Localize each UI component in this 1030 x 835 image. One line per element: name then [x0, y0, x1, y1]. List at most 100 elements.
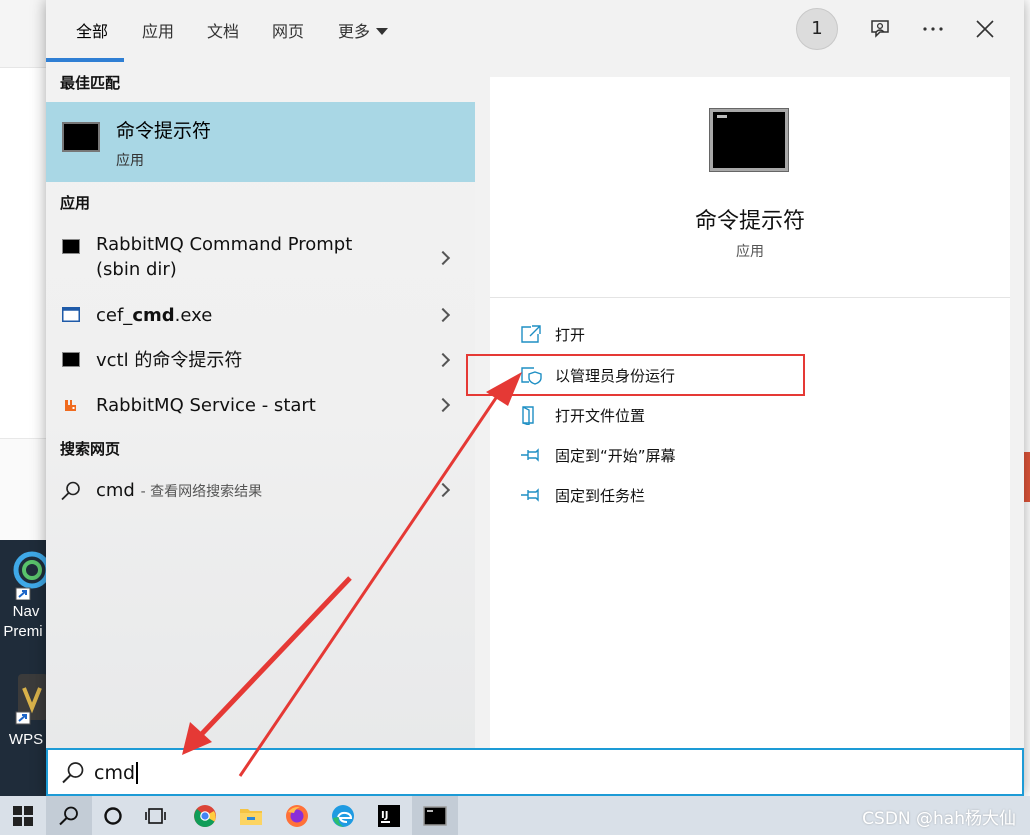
pin-icon [521, 488, 539, 502]
tab-more[interactable]: 更多 [338, 18, 389, 42]
preview-title: 命令提示符 [694, 209, 805, 234]
close-button[interactable] [970, 14, 1000, 44]
best-match-subtitle: 应用 [116, 153, 144, 169]
taskbar-intellij[interactable]: IJ [366, 796, 412, 835]
close-icon [976, 20, 994, 38]
taskbar-file-explorer[interactable] [228, 796, 274, 835]
tab-all[interactable]: 全部 [76, 18, 108, 42]
navicat-icon [13, 551, 51, 601]
desktop-icon-label: Nav [12, 603, 40, 620]
web-query-hint: - 查看网络搜索结果 [140, 484, 263, 500]
results-list: 最佳匹配 命令提示符 应用 应用 RabbitMQ Command Prompt… [46, 62, 475, 748]
tab-apps[interactable]: 应用 [142, 18, 174, 42]
chevron-right-icon[interactable] [435, 397, 451, 413]
rabbitmq-icon [65, 400, 76, 411]
desktop-icon-wps[interactable]: WPS [6, 672, 48, 750]
desktop-icon-label: Premi [3, 623, 43, 640]
tab-more-label: 更多 [338, 22, 371, 41]
app-result-rabbitmq-prompt[interactable]: RabbitMQ Command Prompt (sbin dir) [46, 232, 475, 288]
desktop-area: Nav Premi WPS [0, 540, 51, 796]
background-toolbar [0, 0, 46, 68]
chevron-right-icon[interactable] [435, 482, 451, 498]
action-pin-to-taskbar[interactable]: 固定到任务栏 [520, 483, 980, 509]
result-label: cmd - 查看网络搜索结果 [96, 478, 262, 505]
tab-documents[interactable]: 文档 [207, 18, 239, 42]
taskbar: IJ CSDN @hah杨大仙 [0, 796, 1030, 835]
start-search-panel: 全部 应用 文档 网页 更多 1 最佳匹配 命令提示符 应用 应用 Rabbit… [46, 0, 1024, 796]
more-options-button[interactable] [918, 14, 948, 44]
intellij-icon: IJ [378, 804, 400, 827]
taskbar-firefox[interactable] [274, 796, 320, 835]
web-query-text: cmd [96, 480, 135, 501]
result-label: vctl 的命令提示符 [96, 350, 243, 371]
start-button[interactable] [0, 796, 46, 835]
task-view-button[interactable] [134, 796, 180, 835]
action-open-file-location[interactable]: 打开文件位置 [520, 403, 980, 429]
background-red-marker [1024, 452, 1030, 502]
action-label: 打开 [555, 326, 586, 344]
rewards-badge[interactable]: 1 [796, 8, 838, 50]
desktop-icon-nav[interactable]: Nav Premi [3, 546, 51, 642]
result-label-match: cmd [132, 305, 175, 326]
divider [490, 297, 1010, 298]
cortana-icon [104, 806, 122, 825]
search-icon [62, 762, 84, 784]
taskbar-edge[interactable] [320, 796, 366, 835]
app-result-rabbitmq-service[interactable]: RabbitMQ Service - start [46, 392, 475, 422]
command-prompt-large-icon [710, 109, 788, 171]
chevron-right-icon[interactable] [435, 352, 451, 368]
search-icon [61, 481, 80, 501]
taskbar-command-prompt[interactable] [412, 796, 458, 835]
chevron-down-icon [376, 28, 389, 35]
desktop-icon-label: WPS [8, 731, 44, 748]
annotation-highlight-box [466, 354, 805, 396]
pin-icon [521, 448, 539, 462]
search-icon [59, 806, 78, 825]
tab-web[interactable]: 网页 [272, 18, 304, 42]
taskbar-chrome[interactable] [182, 796, 228, 835]
search-input[interactable] [94, 758, 994, 788]
web-search-heading: 搜索网页 [60, 440, 121, 458]
command-prompt-icon [62, 122, 100, 152]
app-result-vctl-prompt[interactable]: vctl 的命令提示符 [46, 347, 475, 377]
web-search-result[interactable]: cmd - 查看网络搜索结果 [46, 477, 475, 507]
apps-heading: 应用 [60, 194, 91, 212]
result-label: RabbitMQ Command Prompt (sbin dir) [96, 232, 352, 282]
feedback-icon [871, 20, 889, 38]
folder-icon [522, 406, 534, 425]
console-icon [62, 352, 80, 367]
windows-start-icon [13, 805, 33, 826]
open-icon [521, 325, 541, 343]
background-panel [0, 438, 46, 540]
firefox-icon [286, 804, 308, 827]
console-icon [62, 239, 80, 254]
file-explorer-icon [240, 808, 262, 825]
text-cursor [136, 762, 138, 784]
chevron-right-icon[interactable] [435, 307, 451, 323]
svg-text:IJ: IJ [381, 810, 388, 821]
best-match-title: 命令提示符 [116, 120, 212, 142]
feedback-button[interactable] [865, 14, 895, 44]
result-label-line2: (sbin dir) [96, 259, 177, 280]
cortana-button[interactable] [90, 796, 136, 835]
action-label: 固定到“开始”屏幕 [555, 447, 676, 465]
app-result-cef-cmd[interactable]: cef_cmd.exe [46, 302, 475, 332]
best-match-result[interactable]: 命令提示符 应用 [46, 102, 475, 182]
result-label-prefix: cef_ [96, 305, 133, 326]
best-match-heading: 最佳匹配 [60, 74, 121, 92]
edge-icon [332, 804, 354, 827]
preview-subtitle: 应用 [736, 244, 764, 260]
action-open[interactable]: 打开 [520, 322, 980, 348]
result-label-suffix: .exe [174, 305, 213, 326]
task-view-icon [145, 807, 166, 824]
ellipsis-icon [923, 27, 943, 31]
watermark-text: CSDN @hah杨大仙 [862, 809, 1016, 829]
window-icon [62, 307, 80, 322]
console-text-glyph [717, 115, 727, 118]
search-box[interactable] [46, 748, 1024, 796]
taskbar-search-button[interactable] [46, 796, 92, 835]
terminal-icon [423, 805, 447, 826]
action-pin-to-start[interactable]: 固定到“开始”屏幕 [520, 443, 980, 469]
chevron-right-icon[interactable] [435, 250, 451, 266]
result-label: RabbitMQ Service - start [96, 395, 316, 416]
